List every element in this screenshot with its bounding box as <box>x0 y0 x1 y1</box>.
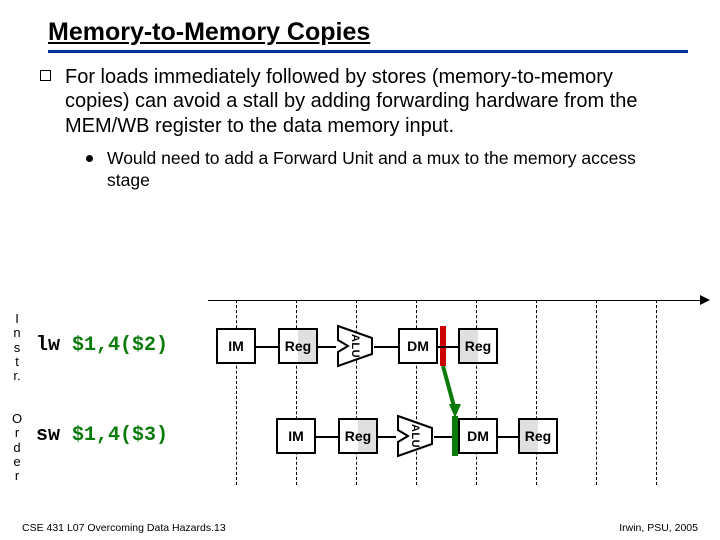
instr-lw: lw $1,4($2) <box>36 334 168 357</box>
stage-link <box>316 436 338 438</box>
stage-link <box>378 436 396 438</box>
bullet-main: For loads immediately followed by stores… <box>0 53 720 138</box>
pipeline-diagram: I n s t r. lw $1,4($2) IM Reg ALU DM Reg… <box>8 292 712 502</box>
stage-im: IM <box>216 328 256 364</box>
stage-label: ALU <box>409 424 421 448</box>
stage-label: Reg <box>345 428 371 444</box>
bullet-text: For loads immediately followed by stores… <box>65 65 680 138</box>
stage-label: ALU <box>349 334 361 358</box>
stage-im: IM <box>276 418 316 454</box>
stage-reg: Reg <box>458 328 498 364</box>
stage-dm: DM <box>458 418 498 454</box>
instr-op: lw <box>36 334 60 357</box>
stage-link <box>438 346 458 348</box>
cycle-line <box>596 300 597 485</box>
cycle-line <box>536 300 537 485</box>
bullet-marker <box>40 70 51 81</box>
slide-title: Memory-to-Memory Copies <box>48 18 370 47</box>
stage-link <box>374 346 398 348</box>
stage-label: Reg <box>465 338 491 354</box>
forward-path <box>8 292 708 492</box>
stage-label: Reg <box>285 338 311 354</box>
stage-reg: Reg <box>338 418 378 454</box>
cycle-line <box>656 300 657 485</box>
stage-label: IM <box>288 428 304 444</box>
stage-link <box>256 346 278 348</box>
sidebar-instr: I n s t r. <box>8 312 26 383</box>
instr-args: $1,4($3) <box>72 424 168 447</box>
sub-bullet: Would need to add a Forward Unit and a m… <box>0 138 720 192</box>
footer-left: CSE 431 L07 Overcoming Data Hazards.13 <box>22 522 226 534</box>
instr-op: sw <box>36 424 60 447</box>
stage-reg: Reg <box>518 418 558 454</box>
instr-args: $1,4($2) <box>72 334 168 357</box>
stage-alu: ALU <box>336 324 374 368</box>
stage-label: IM <box>228 338 244 354</box>
stage-label: DM <box>467 428 489 444</box>
sub-bullet-text: Would need to add a Forward Unit and a m… <box>107 148 680 192</box>
stage-label: DM <box>407 338 429 354</box>
stage-link <box>318 346 336 348</box>
time-axis <box>208 300 706 301</box>
dot-marker <box>86 155 93 162</box>
instr-sw: sw $1,4($3) <box>36 424 168 447</box>
footer-right: Irwin, PSU, 2005 <box>619 522 698 534</box>
stage-alu: ALU <box>396 414 434 458</box>
stage-link <box>498 436 518 438</box>
stage-dm: DM <box>398 328 438 364</box>
stage-label: Reg <box>525 428 551 444</box>
footer: CSE 431 L07 Overcoming Data Hazards.13 I… <box>0 522 720 534</box>
time-axis-arrow <box>700 295 710 305</box>
stage-reg: Reg <box>278 328 318 364</box>
sidebar-order: O r d e r <box>8 412 26 483</box>
